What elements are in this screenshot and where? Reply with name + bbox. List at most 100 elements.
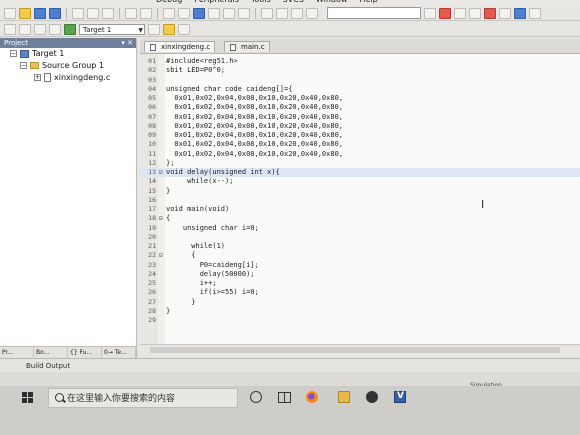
download-icon[interactable] [64, 23, 76, 35]
keil-uvision-icon[interactable] [394, 391, 406, 403]
tab-functions[interactable]: {} Fu... [68, 347, 102, 358]
menu-item-help[interactable]: Help [353, 0, 383, 4]
undo-icon[interactable] [125, 7, 137, 19]
menu-item-svcs[interactable]: SVCS [277, 0, 310, 4]
code-line[interactable]: 01 #include<reg51.h> [140, 57, 580, 66]
clear-bookmarks-icon[interactable] [238, 7, 250, 19]
code-line[interactable]: 06 0x01,0x02,0x04,0x08,0x10,0x20,0x40,0x… [140, 103, 580, 112]
taskbar-search-input[interactable]: 在这里输入你要搜索的内容 [48, 388, 238, 408]
cortana-icon[interactable] [250, 391, 262, 403]
redo-icon[interactable] [140, 7, 152, 19]
menu-item-tools[interactable]: Tools [245, 0, 277, 4]
open-file-icon[interactable] [19, 7, 31, 19]
manage-env-icon[interactable] [178, 23, 190, 35]
collapse-icon[interactable]: − [10, 50, 17, 57]
code-line[interactable]: 23 P0=caideng[i]; [140, 261, 580, 270]
code-area[interactable]: 01 #include<reg51.h> 02 sbit LED=P0^0; 03 04 u… [140, 57, 580, 325]
save-icon[interactable] [34, 7, 46, 19]
code-line[interactable]: 24 delay(50000); [140, 270, 580, 279]
fold-marker-icon[interactable]: ⊟ [159, 168, 163, 177]
windows-start-icon[interactable] [22, 392, 34, 404]
code-line[interactable]: 02 sbit LED=P0^0; [140, 66, 580, 75]
menu-item-window[interactable]: Window [310, 0, 354, 4]
code-line[interactable]: 20 [140, 233, 580, 242]
menu-item-peripherals[interactable]: Peripherals [188, 0, 245, 4]
window-icon[interactable] [499, 7, 511, 19]
tree-item-group[interactable]: − Source Group 1 [0, 60, 136, 72]
nav-forward-icon[interactable] [178, 7, 190, 19]
new-file-icon[interactable] [4, 7, 16, 19]
tab-project[interactable]: Pr... [0, 347, 34, 358]
code-line[interactable]: 07 0x01,0x02,0x04,0x08,0x10,0x20,0x40,0x… [140, 113, 580, 122]
tab-templates[interactable]: 0→ Te... [102, 347, 136, 358]
next-bookmark-icon[interactable] [223, 7, 235, 19]
code-line[interactable]: 14 while(x--); [140, 177, 580, 186]
nav-back-icon[interactable] [163, 7, 175, 19]
breakpoint-enable-icon[interactable] [469, 7, 481, 19]
code-line[interactable]: 13 ⊟ void delay(unsigned int x){ [140, 168, 580, 178]
code-line[interactable]: 25 i++; [140, 279, 580, 288]
media-player-icon[interactable] [366, 391, 378, 403]
tools-icon[interactable] [529, 7, 541, 19]
horizontal-scrollbar[interactable] [140, 344, 580, 355]
menu-item-debug[interactable]: Debug [150, 0, 188, 4]
code-line[interactable]: 28} [140, 307, 580, 316]
code-line[interactable]: 04 unsigned char code caideng[]={ [140, 85, 580, 94]
tab-xinxingdeng[interactable]: xinxingdeng.c [144, 41, 216, 52]
breakpoint-kill-icon[interactable] [484, 7, 496, 19]
find-combo[interactable] [327, 7, 421, 19]
config-icon[interactable] [514, 7, 526, 19]
unindent-icon[interactable] [276, 7, 288, 19]
fold-marker-icon[interactable]: ⊟ [159, 214, 163, 223]
code-line[interactable]: 17 void main(void) [140, 205, 580, 214]
code-line[interactable]: 09 0x01,0x02,0x04,0x08,0x10,0x20,0x40,0x… [140, 131, 580, 140]
prev-bookmark-icon[interactable] [208, 7, 220, 19]
find-icon[interactable] [424, 7, 436, 19]
cut-icon[interactable] [72, 7, 84, 19]
fold-marker-icon[interactable]: ⊟ [159, 251, 163, 260]
code-line[interactable]: 26 if(i>=55) i=0; [140, 288, 580, 297]
code-line[interactable]: 10 0x01,0x02,0x04,0x08,0x10,0x20,0x40,0x… [140, 140, 580, 149]
code-line[interactable]: 21 while(1) [140, 242, 580, 251]
build-icon[interactable] [19, 23, 31, 35]
target-options-icon[interactable] [148, 23, 160, 35]
code-line[interactable]: 16 [140, 196, 580, 205]
bookmark-icon[interactable] [193, 7, 205, 19]
tree-item-file[interactable]: + xinxingdeng.c [0, 72, 136, 84]
tab-books[interactable]: Bo... [34, 347, 68, 358]
expand-icon[interactable]: + [34, 74, 41, 81]
code-line[interactable]: 22 ⊟ { [140, 251, 580, 260]
indent-icon[interactable] [261, 7, 273, 19]
build-output-tab[interactable]: Build Output [0, 358, 580, 373]
scrollbar-thumb[interactable] [150, 347, 560, 353]
code-line[interactable]: 19 unsigned char i=0; [140, 224, 580, 233]
batch-build-icon[interactable] [49, 23, 61, 35]
manage-project-icon[interactable] [163, 23, 175, 35]
code-line[interactable]: 27 } [140, 298, 580, 307]
uncomment-icon[interactable] [306, 7, 318, 19]
tree-item-target[interactable]: − Target 1 [0, 48, 136, 60]
code-line[interactable]: 11 0x01,0x02,0x04,0x08,0x10,0x20,0x40,0x… [140, 150, 580, 159]
file-explorer-icon[interactable] [338, 391, 350, 403]
tab-main[interactable]: main.c [224, 41, 270, 52]
target-select[interactable]: Target 1 ▼ [79, 23, 145, 35]
code-line[interactable]: 12}; [140, 159, 580, 168]
code-line[interactable]: 03 [140, 76, 580, 85]
code-line[interactable]: 15} [140, 187, 580, 196]
breakpoint-icon[interactable] [454, 7, 466, 19]
paste-icon[interactable] [102, 7, 114, 19]
code-line[interactable]: 18 ⊟{ [140, 214, 580, 223]
code-line[interactable]: 05 0x01,0x02,0x04,0x08,0x10,0x20,0x40,0x… [140, 94, 580, 103]
firefox-icon[interactable] [306, 391, 318, 403]
copy-icon[interactable] [87, 7, 99, 19]
rebuild-icon[interactable] [34, 23, 46, 35]
collapse-icon[interactable]: − [20, 62, 27, 69]
code-line[interactable]: 08 0x01,0x02,0x04,0x08,0x10,0x20,0x40,0x… [140, 122, 580, 131]
task-view-icon[interactable] [278, 391, 291, 403]
code-editor[interactable]: 01 #include<reg51.h> 02 sbit LED=P0^0; 03 04 u… [140, 54, 580, 344]
code-line[interactable]: 29 [140, 316, 580, 325]
translate-icon[interactable] [4, 23, 16, 35]
comment-icon[interactable] [291, 7, 303, 19]
panel-controls[interactable]: ▾ ✕ [121, 38, 133, 48]
save-all-icon[interactable] [49, 7, 61, 19]
